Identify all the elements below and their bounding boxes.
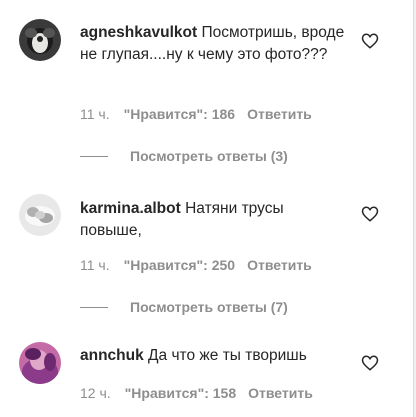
reply-button[interactable]: Ответить [248, 385, 313, 401]
avatar[interactable] [19, 194, 61, 236]
heart-outline-icon[interactable] [361, 32, 379, 50]
avatar[interactable] [19, 19, 61, 61]
comment-likes[interactable]: "Нравится": 250 [124, 257, 235, 273]
comment-time[interactable]: 12 ч. [80, 385, 111, 401]
view-replies-button[interactable]: Посмотреть ответы (3) [80, 148, 288, 164]
avatar[interactable] [19, 342, 61, 384]
avatar-image [19, 19, 61, 61]
avatar-image [19, 342, 61, 384]
comment-text: agneshkavulkot Посмотришь, вроде не глуп… [80, 22, 345, 66]
divider-line [80, 155, 108, 157]
comment-username[interactable]: annchuk [80, 347, 144, 364]
avatar-image [19, 194, 61, 236]
comment-time[interactable]: 11 ч. [80, 257, 110, 273]
divider-line [80, 306, 108, 308]
comment-text: karmina.albot Натяни трусы повыше, [80, 198, 345, 242]
heart-outline-icon[interactable] [361, 354, 379, 372]
comment-username[interactable]: karmina.albot [80, 200, 181, 217]
view-replies-button[interactable]: Посмотреть ответы (7) [80, 299, 288, 315]
comment-meta: 11 ч. "Нравится": 250 Ответить [80, 257, 312, 273]
comment-time[interactable]: 11 ч. [80, 106, 110, 122]
comment-meta: 12 ч. "Нравится": 158 Ответить [80, 385, 313, 401]
heart-outline-icon[interactable] [361, 205, 379, 223]
reply-button[interactable]: Ответить [247, 106, 312, 122]
comment-likes[interactable]: "Нравится": 186 [124, 106, 235, 122]
comments-panel: agneshkavulkot Посмотришь, вроде не глуп… [0, 0, 414, 417]
comment-username[interactable]: agneshkavulkot [80, 24, 197, 41]
comment-likes[interactable]: "Нравится": 158 [125, 385, 236, 401]
view-replies-label: Посмотреть ответы (3) [130, 148, 288, 164]
view-replies-label: Посмотреть ответы (7) [130, 299, 288, 315]
comment-meta: 11 ч. "Нравится": 186 Ответить [80, 106, 312, 122]
comment-text: annchuk Да что же ты творишь [80, 345, 355, 367]
comment-body: Да что же ты творишь [148, 347, 307, 364]
reply-button[interactable]: Ответить [247, 257, 312, 273]
